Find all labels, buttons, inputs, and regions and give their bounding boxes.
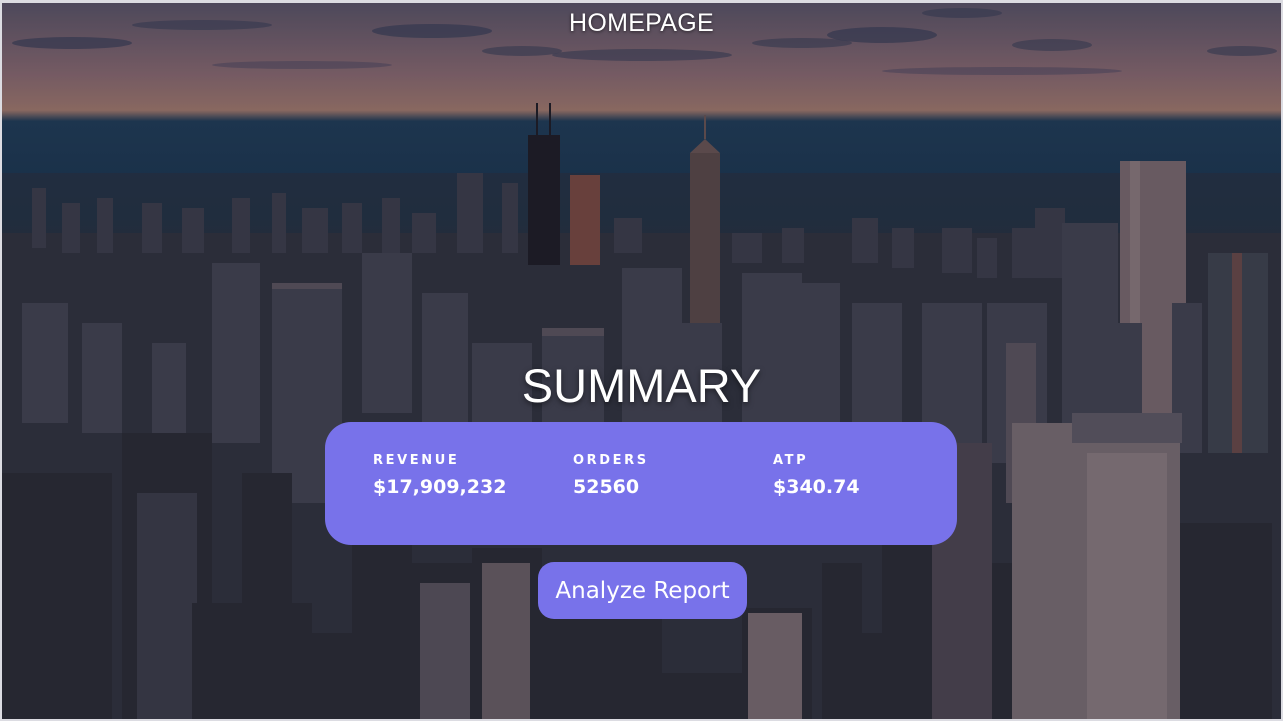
homepage-background: HOMEPAGE SUMMARY REVENUE $17,909,232 ORD… xyxy=(2,3,1281,719)
analyze-report-button[interactable]: Analyze Report xyxy=(538,562,747,619)
summary-card: REVENUE $17,909,232 ORDERS 52560 ATP $34… xyxy=(325,422,957,545)
metric-revenue: REVENUE $17,909,232 xyxy=(373,453,506,498)
page-title: HOMEPAGE xyxy=(568,9,714,37)
metric-value: 52560 xyxy=(573,476,640,498)
metric-label: REVENUE xyxy=(373,453,460,468)
metric-value: $17,909,232 xyxy=(373,476,507,498)
metric-value: $340.74 xyxy=(773,476,860,498)
metric-atp: ATP $340.74 xyxy=(773,453,860,498)
metric-label: ORDERS xyxy=(573,453,649,468)
metric-label: ATP xyxy=(773,453,809,468)
summary-heading: SUMMARY xyxy=(521,359,762,412)
metric-orders: ORDERS 52560 xyxy=(573,453,649,498)
